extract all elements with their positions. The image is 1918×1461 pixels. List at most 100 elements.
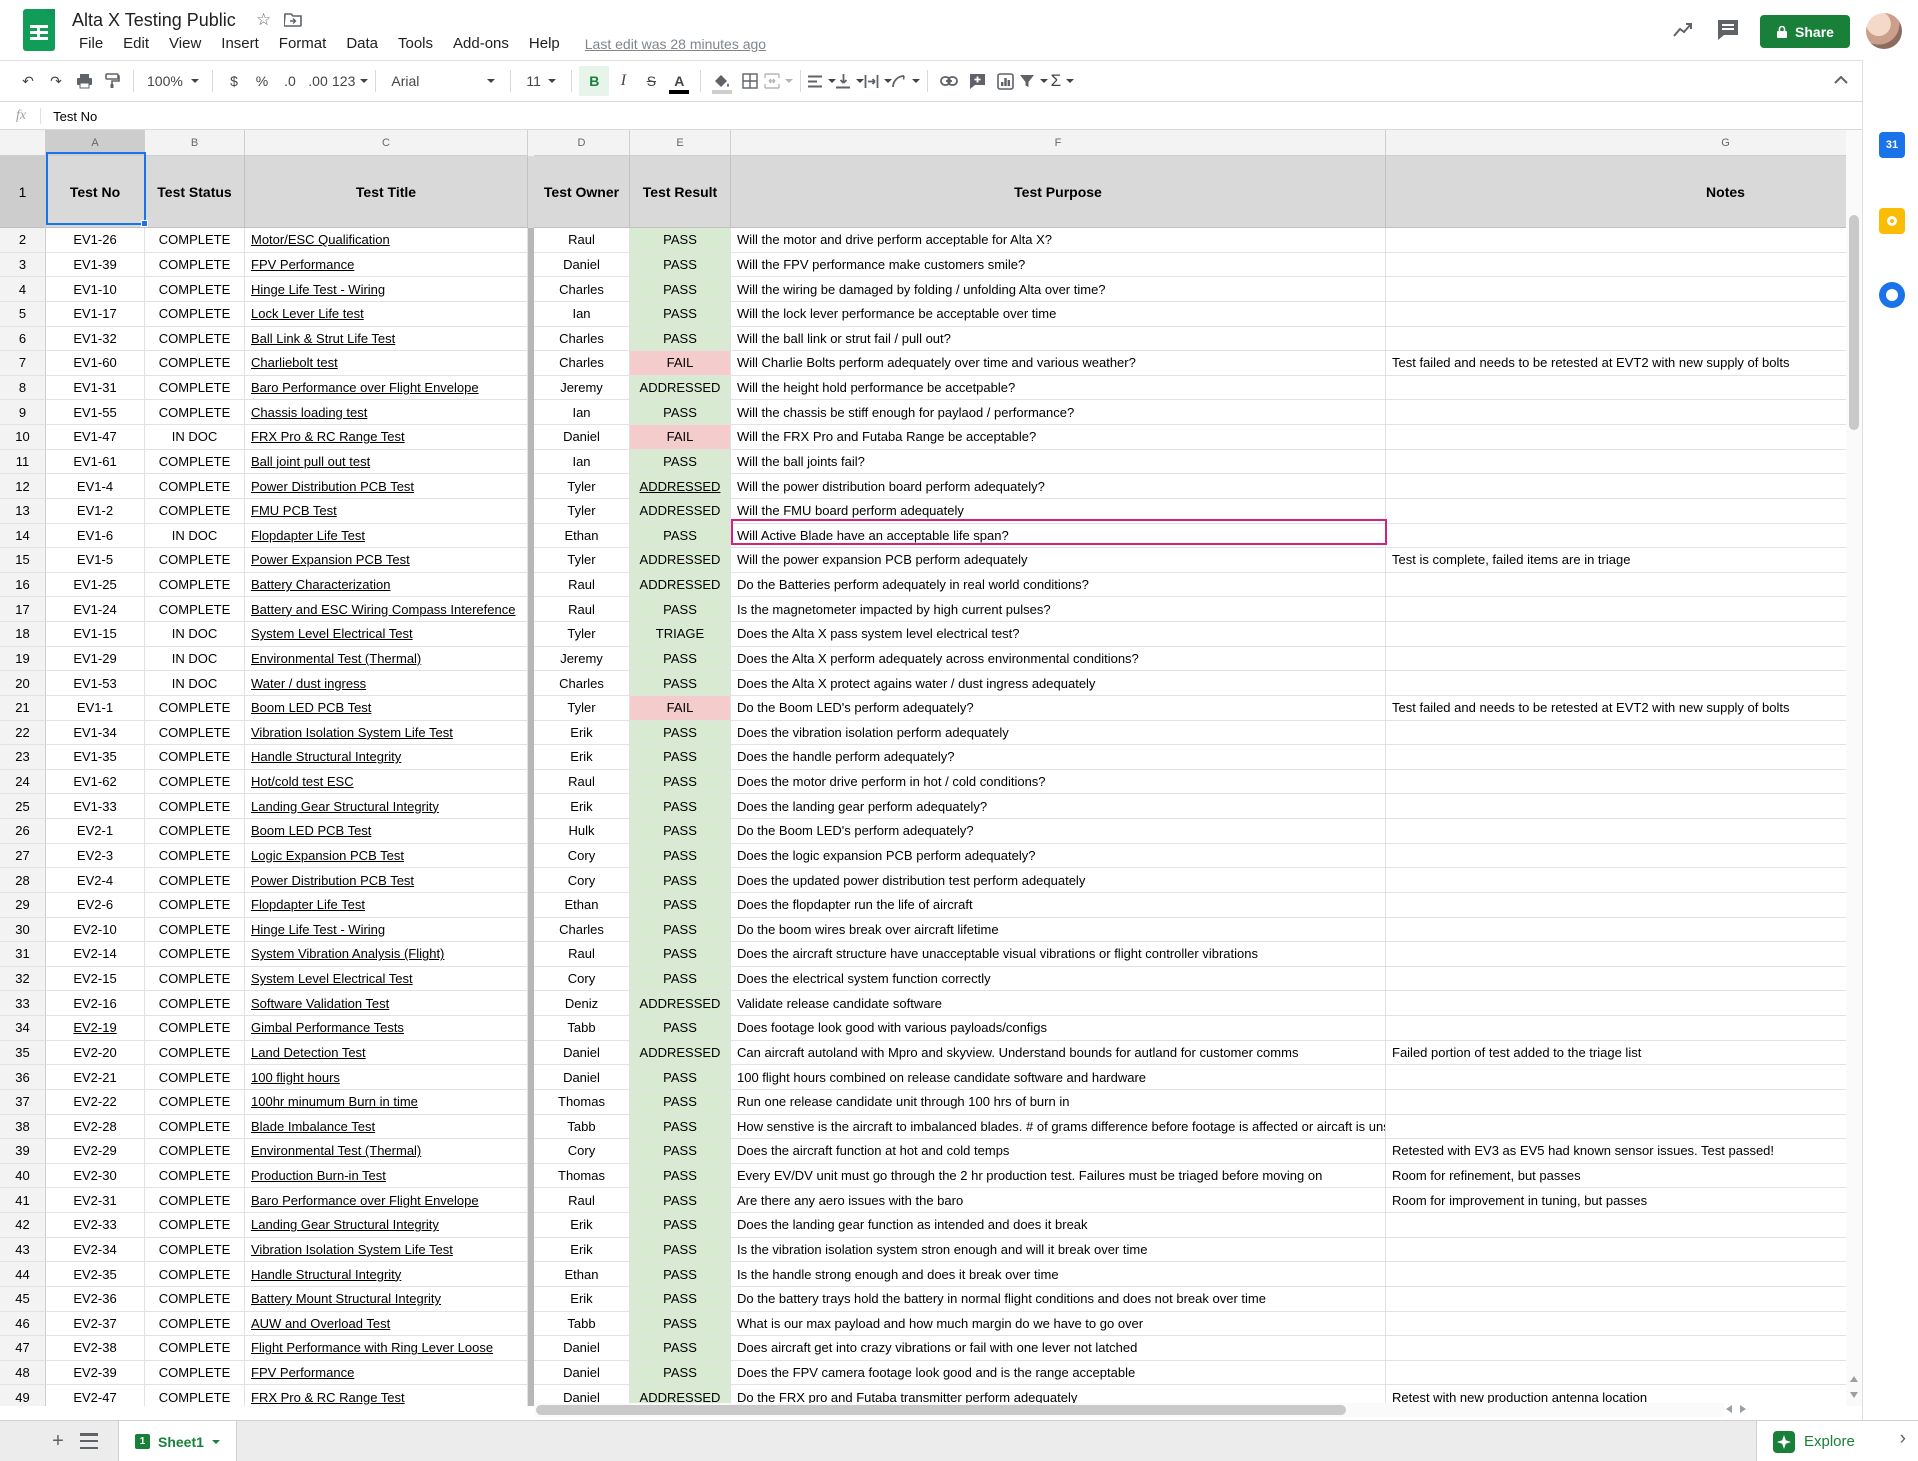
cell-test-result[interactable]: PASS (630, 450, 731, 475)
merge-cells-button[interactable] (764, 66, 793, 96)
calendar-icon[interactable]: 31 (1879, 132, 1905, 158)
cell-notes[interactable] (1386, 1238, 1846, 1263)
cell-test-owner[interactable]: Raul (534, 597, 630, 622)
cell-test-title[interactable]: FRX Pro & RC Range Test (245, 1385, 528, 1406)
cell-test-owner[interactable]: Raul (534, 1188, 630, 1213)
cell-notes[interactable] (1386, 1312, 1846, 1337)
cell-test-result[interactable]: PASS (630, 1287, 731, 1312)
cell-test-title[interactable]: Power Distribution PCB Test (245, 474, 528, 499)
cell-test-purpose[interactable]: Will the wiring be damaged by folding / … (731, 277, 1386, 302)
cell-test-result[interactable]: PASS (630, 647, 731, 672)
cell-test-owner[interactable]: Tyler (534, 548, 630, 573)
cell-test-purpose[interactable]: Can aircraft autoland with Mpro and skyv… (731, 1041, 1386, 1066)
cell-test-owner[interactable]: Erik (534, 721, 630, 746)
cell-test-no[interactable]: EV2-3 (46, 844, 145, 869)
row-number[interactable]: 43 (0, 1238, 46, 1263)
cell-test-no[interactable]: EV2-38 (46, 1336, 145, 1361)
cell-test-result[interactable]: FAIL (630, 351, 731, 376)
cell-test-result[interactable]: ADDRESSED (630, 573, 731, 598)
cell-test-title[interactable]: Boom LED PCB Test (245, 819, 528, 844)
row-number[interactable]: 11 (0, 450, 46, 475)
column-header-a[interactable]: A (46, 130, 145, 156)
cell-test-status[interactable]: COMPLETE (145, 1090, 245, 1115)
cell-test-no[interactable]: EV2-39 (46, 1361, 145, 1386)
menu-tools[interactable]: Tools (389, 33, 442, 57)
cell-test-title[interactable]: Baro Performance over Flight Envelope (245, 1188, 528, 1213)
cell-test-owner[interactable]: Thomas (534, 1090, 630, 1115)
cell-test-owner[interactable]: Tyler (534, 499, 630, 524)
cell-test-owner[interactable]: Charles (534, 918, 630, 943)
spreadsheet-stats-icon[interactable] (1672, 20, 1694, 40)
add-sheet-button[interactable]: + (44, 1427, 72, 1455)
cell-test-result[interactable]: PASS (630, 1164, 731, 1189)
cell-test-no[interactable]: EV1-34 (46, 721, 145, 746)
header-cell-no[interactable]: Test No (46, 156, 145, 228)
row-number[interactable]: 3 (0, 253, 46, 278)
cell-test-status[interactable]: COMPLETE (145, 1312, 245, 1337)
text-color-button[interactable]: A (665, 66, 693, 96)
cell-test-purpose[interactable]: 100 flight hours combined on release can… (731, 1065, 1386, 1090)
cell-notes[interactable] (1386, 400, 1846, 425)
cell-test-status[interactable]: COMPLETE (145, 1287, 245, 1312)
row-number[interactable]: 4 (0, 277, 46, 302)
fill-color-button[interactable] (708, 66, 736, 96)
cell-test-purpose[interactable]: What is our max payload and how much mar… (731, 1312, 1386, 1337)
cell-test-owner[interactable]: Raul (534, 942, 630, 967)
cell-notes[interactable] (1386, 302, 1846, 327)
explore-button[interactable]: Explore (1757, 1431, 1855, 1453)
row-number[interactable]: 46 (0, 1312, 46, 1337)
cell-test-result[interactable]: PASS (630, 1115, 731, 1140)
cell-test-result[interactable]: PASS (630, 400, 731, 425)
cell-test-status[interactable]: COMPLETE (145, 1385, 245, 1406)
cell-test-title[interactable]: FRX Pro & RC Range Test (245, 425, 528, 450)
cell-test-title[interactable]: Production Burn-in Test (245, 1164, 528, 1189)
cell-test-status[interactable]: IN DOC (145, 425, 245, 450)
cell-notes[interactable]: Test is complete, failed items are in tr… (1386, 548, 1846, 573)
row-number[interactable]: 29 (0, 893, 46, 918)
cell-notes[interactable] (1386, 425, 1846, 450)
cell-test-no[interactable]: EV1-47 (46, 425, 145, 450)
row-number[interactable]: 47 (0, 1336, 46, 1361)
cell-test-purpose[interactable]: Does footage look good with various payl… (731, 1016, 1386, 1041)
cell-notes[interactable]: Room for refinement, but passes (1386, 1164, 1846, 1189)
cell-test-purpose[interactable]: Does the aircraft structure have unaccep… (731, 942, 1386, 967)
cell-test-result[interactable]: PASS (630, 942, 731, 967)
format-currency-button[interactable]: $ (220, 66, 248, 96)
cell-test-no[interactable]: EV2-4 (46, 868, 145, 893)
cell-notes[interactable] (1386, 277, 1846, 302)
cell-test-title[interactable]: Flight Performance with Ring Lever Loose (245, 1336, 528, 1361)
cell-test-owner[interactable]: Raul (534, 573, 630, 598)
cell-test-result[interactable]: ADDRESSED (630, 474, 731, 499)
keep-icon[interactable] (1879, 208, 1905, 234)
header-cell-owner[interactable]: Test Owner (534, 156, 630, 228)
text-wrap-button[interactable] (864, 66, 892, 96)
cell-notes[interactable] (1386, 967, 1846, 992)
cell-test-no[interactable]: EV2-1 (46, 819, 145, 844)
cell-test-purpose[interactable]: Does the Alta X pass system level electr… (731, 622, 1386, 647)
row-number[interactable]: 22 (0, 721, 46, 746)
row-number[interactable]: 24 (0, 770, 46, 795)
cell-test-owner[interactable]: Tyler (534, 474, 630, 499)
row-number[interactable]: 39 (0, 1139, 46, 1164)
cell-notes[interactable] (1386, 1262, 1846, 1287)
cell-test-purpose[interactable]: How senstive is the aircraft to imbalanc… (731, 1115, 1386, 1140)
cell-test-purpose[interactable]: Will the power distribution board perfor… (731, 474, 1386, 499)
cell-test-owner[interactable]: Jeremy (534, 647, 630, 672)
cell-notes[interactable] (1386, 474, 1846, 499)
cell-test-purpose[interactable]: Do the Boom LED's perform adequately? (731, 819, 1386, 844)
cell-notes[interactable] (1386, 893, 1846, 918)
cell-test-no[interactable]: EV2-21 (46, 1065, 145, 1090)
cell-test-purpose[interactable]: Is the handle strong enough and does it … (731, 1262, 1386, 1287)
cell-test-owner[interactable]: Ian (534, 400, 630, 425)
cell-test-purpose[interactable]: Do the Boom LED's perform adequately? (731, 696, 1386, 721)
cell-test-no[interactable]: EV1-24 (46, 597, 145, 622)
cell-test-no[interactable]: EV2-34 (46, 1238, 145, 1263)
cell-test-status[interactable]: COMPLETE (145, 376, 245, 401)
cell-test-no[interactable]: EV1-53 (46, 671, 145, 696)
cell-test-result[interactable]: PASS (630, 253, 731, 278)
cell-test-no[interactable]: EV1-25 (46, 573, 145, 598)
row-number[interactable]: 7 (0, 351, 46, 376)
cell-test-status[interactable]: COMPLETE (145, 819, 245, 844)
cell-notes[interactable] (1386, 991, 1846, 1016)
row-number[interactable]: 38 (0, 1115, 46, 1140)
